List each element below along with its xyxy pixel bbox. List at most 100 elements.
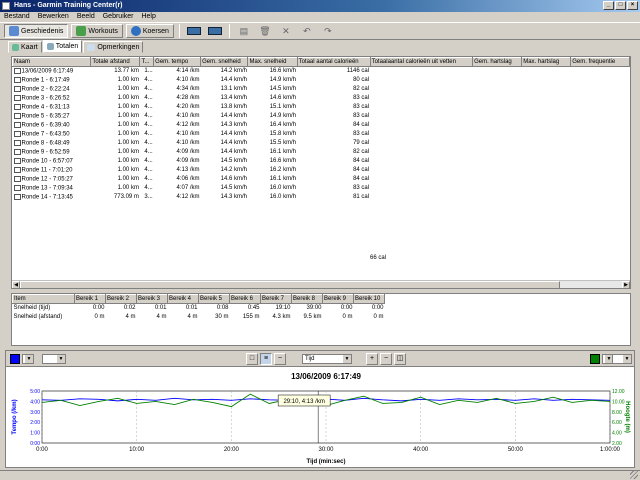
menu-help[interactable]: Help: [141, 12, 155, 22]
zoom-out-icon[interactable]: −: [380, 353, 392, 365]
chart-view-single-icon[interactable]: □: [246, 353, 258, 365]
table-row[interactable]: Ronde 4 - 6:31:13 1.00 km 4... 4:20 /km 13.8…: [13, 103, 630, 112]
table-row[interactable]: Snelheid (afstand) 0 m 4 m 4 m 4 m 30 m 155 m 4…: [13, 313, 385, 322]
table-row[interactable]: Ronde 10 - 6:57:07 1.00 km 4... 4:09 /km 14.…: [13, 157, 630, 166]
column-header[interactable]: Max. snelheid: [247, 57, 298, 67]
y2-tick-label: 6.00: [612, 420, 622, 426]
table-row[interactable]: Ronde 8 - 6:48:49 1.00 km 4... 4:10 /km 14.4…: [13, 139, 630, 148]
column-header[interactable]: Gem. tempo: [153, 57, 202, 67]
table-row[interactable]: Snelheid (tijd) 0:00 0:02 0:01 0:01 0:08 0:45 1…: [13, 304, 385, 313]
left-series-color[interactable]: [10, 354, 20, 364]
table-cell: [571, 139, 630, 148]
column-header[interactable]: Gem. hartslag: [472, 57, 523, 67]
menu-gebruiker[interactable]: Gebruiker: [103, 12, 134, 22]
table-row[interactable]: Ronde 3 - 6:26:52 1.00 km 4... 4:28 /km 13.4…: [13, 94, 630, 103]
lap-icon: [13, 148, 21, 155]
scrollbar-thumb[interactable]: [20, 281, 560, 288]
column-header[interactable]: Bereik 7: [260, 294, 292, 304]
column-header[interactable]: T...: [139, 57, 155, 67]
table-cell: 4...: [144, 104, 153, 110]
horizontal-scrollbar[interactable]: ◀ ▶: [12, 280, 630, 288]
table-cell: [522, 121, 571, 130]
table-cell: 84 cal: [353, 122, 370, 128]
x-axis-mode-select[interactable]: Tijd ▼: [302, 354, 352, 364]
column-header[interactable]: Bereik 1: [74, 294, 106, 304]
delete-icon[interactable]: 🗑: [256, 24, 274, 38]
column-header[interactable]: Gem. frequentie: [570, 57, 630, 67]
table-cell: 14.5 km/h: [220, 158, 247, 164]
tab-kaart[interactable]: Kaart: [8, 41, 42, 53]
column-header[interactable]: Bereik 2: [105, 294, 137, 304]
workouts-button[interactable]: Workouts: [71, 24, 123, 38]
column-header[interactable]: Bereik 9: [322, 294, 354, 304]
koersen-button[interactable]: Koersen: [125, 24, 174, 38]
table-row[interactable]: Ronde 11 - 7:01:20 1.00 km 4... 4:13 /km 14.…: [13, 166, 630, 175]
tab-opmerkingen[interactable]: Opmerkingen: [83, 41, 144, 53]
table-cell: [522, 85, 571, 94]
table-cell: [522, 67, 571, 76]
x-tick-label: 20:00: [224, 447, 240, 453]
table-row[interactable]: Ronde 1 - 6:17:49 1.00 km 4... 4:10 /km 14.4…: [13, 76, 630, 85]
column-header[interactable]: Bereik 3: [136, 294, 168, 304]
table-cell: [370, 67, 472, 76]
table-cell: 4 m: [156, 314, 167, 320]
table-cell: [571, 148, 630, 157]
table-row[interactable]: Ronde 6 - 6:39:40 1.00 km 4... 4:12 /km 14.3…: [13, 121, 630, 130]
column-header[interactable]: Totaalaantal calorieën uit vetten: [369, 57, 474, 67]
table-row[interactable]: Ronde 9 - 6:52:59 1.00 km 4... 4:09 /km 14.4…: [13, 148, 630, 157]
maximize-button[interactable]: □: [615, 1, 626, 10]
column-header[interactable]: Naam: [12, 57, 92, 67]
table-cell: 13.4 km/h: [220, 95, 247, 101]
scroll-left-button[interactable]: ◀: [12, 281, 20, 288]
menu-bar: Bestand Bewerken Beeld Gebruiker Help: [0, 12, 640, 22]
geschiedenis-button[interactable]: Geschiedenis: [4, 24, 69, 38]
minimize-button[interactable]: _: [603, 1, 614, 10]
table-cell: [473, 139, 522, 148]
undo-icon[interactable]: ↶: [298, 24, 316, 38]
table-cell: 0:01: [185, 305, 198, 312]
chart-view-overlay-icon[interactable]: ~: [274, 353, 286, 365]
table-cell: 19:10: [275, 305, 291, 312]
column-header[interactable]: Bereik 5: [198, 294, 230, 304]
table-row[interactable]: Ronde 12 - 7:05:27 1.00 km 4... 4:06 /km 14.…: [13, 175, 630, 184]
column-header[interactable]: Totaal aantal calorieën: [296, 57, 371, 67]
table-row[interactable]: Ronde 7 - 6:43:50 1.00 km 4... 4:10 /km 14.4…: [13, 130, 630, 139]
move-icon[interactable]: ▤: [235, 24, 253, 38]
column-header[interactable]: Item: [12, 294, 75, 304]
zoom-in-icon[interactable]: +: [366, 353, 378, 365]
receive-from-device-icon[interactable]: [206, 24, 224, 38]
scroll-right-button[interactable]: ▶: [622, 281, 630, 288]
menu-beeld[interactable]: Beeld: [77, 12, 95, 22]
menu-bestand[interactable]: Bestand: [4, 12, 30, 22]
tab-totalen[interactable]: Totalen: [42, 40, 83, 53]
chart-view-stacked-icon[interactable]: ≡: [260, 353, 272, 365]
send-to-device-icon[interactable]: [185, 24, 203, 38]
table-row[interactable]: Ronde 5 - 6:35:27 1.00 km 4... 4:10 /km 14.4…: [13, 112, 630, 121]
table-cell: 1.00 km: [117, 140, 139, 146]
column-header[interactable]: Bereik 6: [229, 294, 261, 304]
column-header[interactable]: Bereik 8: [291, 294, 323, 304]
menu-bewerken[interactable]: Bewerken: [38, 12, 69, 22]
left-series-dropdown[interactable]: ▼: [42, 354, 66, 364]
close-icon[interactable]: ✕: [277, 24, 295, 38]
right-series-dropdown[interactable]: ▼: [612, 354, 632, 364]
table-cell: 1.00 km: [117, 77, 139, 83]
redo-icon[interactable]: ↷: [319, 24, 337, 38]
table-row[interactable]: Ronde 2 - 6:22:24 1.00 km 4... 4:34 /km 13.1…: [13, 85, 630, 94]
table-row[interactable]: 13/06/2009 6:17:49 13.77 km 1... 4:14 /km 14…: [13, 67, 630, 76]
table-row[interactable]: Ronde 13 - 7:09:34 1.00 km 4... 4:07 /km 14.…: [13, 184, 630, 193]
column-header[interactable]: Bereik 10: [353, 294, 385, 304]
column-header[interactable]: Totale afstand: [90, 57, 141, 67]
pace-elevation-chart[interactable]: 13/06/2009 6:17:49 0:00 1:00 2:00 3:00 4:00 5:…: [6, 367, 634, 467]
table-cell: Ronde 14 - 7:13:45: [13, 193, 91, 202]
zoom-fit-icon[interactable]: ◫: [394, 353, 406, 365]
close-button[interactable]: ×: [627, 1, 638, 10]
left-color-dropdown[interactable]: ▼: [22, 354, 34, 364]
column-header[interactable]: Gem. snelheid: [200, 57, 249, 67]
column-header[interactable]: Max. hartslag: [521, 57, 572, 67]
resize-grip[interactable]: [630, 471, 638, 479]
table-cell: 0:45: [247, 305, 260, 312]
column-header[interactable]: Bereik 4: [167, 294, 199, 304]
right-series-color[interactable]: [590, 354, 600, 364]
table-row[interactable]: Ronde 14 - 7:13:45 773.09 m 3... 4:12 /km 14…: [13, 193, 630, 202]
